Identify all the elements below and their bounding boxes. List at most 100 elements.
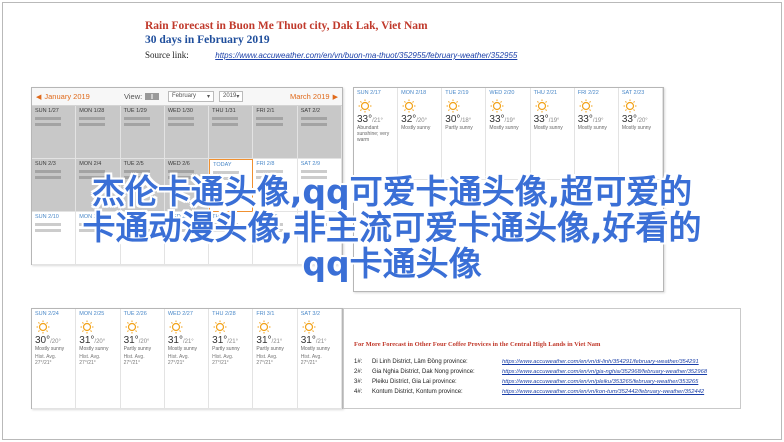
forecast-day-cell[interactable]: MON 2/25 31°/20° Mostly sunny Hist. Avg. 27… bbox=[76, 309, 121, 409]
high-temp: 33° bbox=[357, 114, 373, 125]
day-label: SUN 2/17 bbox=[357, 90, 381, 96]
temperature: 31°/21° bbox=[168, 335, 205, 346]
high-temp: 30° bbox=[35, 335, 51, 346]
historical-average: Hist. Avg. 27°/21° bbox=[167, 354, 189, 366]
forecast-header: Rain Forecast in Buon Me Thuot city, Dak… bbox=[145, 19, 517, 63]
more-forecast-row: 3#: Pleiku District, Gia Lai province: htt… bbox=[354, 377, 707, 387]
chevron-left-icon: ◀ bbox=[36, 93, 42, 101]
temperature: 31°/21° bbox=[301, 335, 338, 346]
placeholder-line bbox=[79, 123, 106, 126]
low-temp: /19° bbox=[504, 118, 516, 124]
calendar-day-cell[interactable]: SAT 2/2 bbox=[297, 106, 342, 159]
row-number: 4#: bbox=[354, 389, 363, 395]
low-temp: /21° bbox=[227, 339, 239, 345]
weather-description: Partly sunny bbox=[123, 346, 152, 352]
forecast-day-cell[interactable]: FRI 2/22 33°/19° Mostly sunny bbox=[574, 88, 619, 180]
historical-average: Hist. Avg. 27°/21° bbox=[35, 354, 57, 366]
day-label: FRI 2/22 bbox=[577, 90, 599, 96]
high-temp: 33° bbox=[533, 114, 549, 125]
placeholder-line bbox=[300, 117, 327, 120]
chevron-down-icon: ▾ bbox=[206, 94, 210, 100]
overlay-text-line-3: qq卡通头像 bbox=[302, 244, 482, 283]
temperature: 33°/19° bbox=[534, 114, 571, 125]
high-temp: 33° bbox=[489, 114, 505, 125]
forecast-day-cell[interactable]: THU 2/28 31°/21° Partly sunny Hist. Avg. 27… bbox=[209, 309, 254, 409]
forecast-link[interactable]: https://www.accuweather.com/en/vn/di-lin… bbox=[502, 359, 699, 365]
forecast-day-cell[interactable]: TUE 2/26 31°/20° Partly sunny Hist. Avg. 27… bbox=[120, 309, 165, 409]
placeholder-line bbox=[256, 123, 283, 126]
month-select[interactable]: February ▾ bbox=[168, 91, 214, 102]
forecast-day-cell[interactable]: WED 2/20 33°/19° Mostly sunny bbox=[486, 88, 531, 180]
row-number: 1#: bbox=[354, 359, 363, 365]
day-label: FRI 2/8 bbox=[256, 161, 275, 167]
historical-average: Hist. Avg. 27°/21° bbox=[79, 354, 101, 366]
placeholder-line bbox=[212, 117, 239, 120]
calendar-day-cell[interactable]: FRI 2/1 bbox=[253, 106, 298, 159]
day-label: SAT 3/2 bbox=[300, 311, 321, 317]
day-label: SUN 2/24 bbox=[35, 311, 59, 317]
prev-month-label: January 2019 bbox=[44, 92, 90, 101]
weather-description: Partly sunny bbox=[256, 346, 284, 352]
forecast-link[interactable]: https://www.accuweather.com/en/vn/gia-ng… bbox=[502, 369, 707, 375]
forecast-link[interactable]: https://www.accuweather.com/en/vn/pleiku… bbox=[502, 379, 698, 385]
forecast-day-cell[interactable]: THU 2/21 33°/19° Mostly sunny bbox=[530, 88, 575, 180]
forecast-day-cell[interactable]: SUN 2/24 30°/20° Mostly sunny Hist. Avg. 27… bbox=[32, 309, 77, 409]
forecast-day-cell[interactable]: SAT 3/2 31°/21° Mostly sunny Hist. Avg. 27°… bbox=[297, 309, 342, 409]
weather-description: Mostly sunny bbox=[621, 125, 652, 131]
forecast-link[interactable]: https://www.accuweather.com/en/vn/kon-tu… bbox=[502, 389, 704, 395]
calendar-day-cell[interactable]: THU 1/31 bbox=[209, 106, 254, 159]
sun-icon bbox=[623, 99, 637, 113]
sun-icon bbox=[446, 99, 460, 113]
weather-description: Mostly sunny bbox=[35, 346, 65, 352]
placeholder-line bbox=[35, 117, 62, 120]
forecast-day-cell[interactable]: SUN 2/17 33°/21° Abundant sunshine; very w… bbox=[354, 88, 399, 180]
historical-average: Hist. Avg. 27°/21° bbox=[123, 354, 145, 366]
sun-icon bbox=[36, 320, 50, 334]
low-temp: /21° bbox=[182, 339, 194, 345]
low-temp: /20° bbox=[416, 118, 428, 124]
low-temp: /20° bbox=[50, 339, 61, 345]
calendar-day-cell[interactable]: MON 1/28 bbox=[76, 106, 121, 159]
placeholder-line bbox=[212, 123, 239, 126]
low-temp: /18° bbox=[460, 118, 472, 124]
low-temp: /20° bbox=[138, 339, 150, 345]
source-link[interactable]: https://www.accuweather.com/en/vn/buon-m… bbox=[215, 51, 517, 60]
placeholder-line bbox=[256, 117, 283, 120]
high-temp: 30° bbox=[445, 114, 461, 125]
forecast-day-cell[interactable]: FRI 3/1 31°/21° Partly sunny Hist. Avg. 27°… bbox=[253, 309, 298, 409]
weather-description: Mostly sunny bbox=[401, 125, 431, 131]
source-line: Source link: https://www.accuweather.com… bbox=[145, 48, 517, 63]
calendar-day-cell[interactable]: SUN 1/27 bbox=[32, 106, 77, 159]
day-label: TODAY bbox=[213, 162, 232, 168]
view-toggle[interactable]: View: bbox=[124, 92, 168, 101]
temperature: 31°/21° bbox=[212, 335, 249, 346]
next-month-link[interactable]: March 2019 ▶ bbox=[290, 92, 338, 101]
weather-description: Mostly sunny bbox=[79, 346, 109, 352]
prev-month-link[interactable]: ◀ January 2019 bbox=[36, 92, 124, 101]
calendar-day-cell[interactable]: TUE 1/29 bbox=[120, 106, 165, 159]
forecast-day-cell[interactable]: WED 2/27 31°/21° Mostly sunny Hist. Avg. 27… bbox=[164, 309, 210, 409]
more-forecast-row: 1#: Di Linh District, Lâm Đồng province: h… bbox=[354, 357, 707, 367]
chevron-right-icon: ▶ bbox=[332, 93, 338, 101]
placeholder-line bbox=[123, 117, 150, 120]
day-label: SAT 2/23 bbox=[621, 90, 645, 96]
year-select[interactable]: 2019 ▾ bbox=[219, 91, 243, 102]
temperature: 31°/20° bbox=[124, 335, 161, 346]
more-forecast-list: 1#: Di Linh District, Lâm Đồng province: h… bbox=[354, 357, 707, 397]
sun-icon bbox=[80, 320, 94, 334]
weather-description: Mostly sunny bbox=[577, 125, 607, 131]
forecast-day-cell[interactable]: SAT 2/23 33°/20° Mostly sunny bbox=[618, 88, 663, 180]
day-label: TUE 2/19 bbox=[445, 90, 469, 96]
weather-description: Abundant sunshine; very warm bbox=[357, 125, 390, 143]
day-label: TUE 2/5 bbox=[123, 161, 144, 167]
forecast-day-cell[interactable]: MON 2/18 32°/20° Mostly sunny bbox=[398, 88, 443, 180]
calendar-day-cell[interactable]: WED 1/30 bbox=[164, 106, 210, 159]
forecast-day-cell[interactable]: TUE 2/19 30°/18° Partly sunny bbox=[442, 88, 487, 180]
high-temp: 31° bbox=[300, 335, 316, 346]
low-temp: /21° bbox=[271, 339, 283, 345]
low-temp: /19° bbox=[548, 118, 560, 124]
grid-view-icon[interactable] bbox=[145, 93, 160, 100]
weather-description: Partly sunny bbox=[212, 346, 240, 352]
location-label: Kontum District, Kontum province: bbox=[372, 389, 463, 395]
more-forecast-row: 4#: Kontum District, Kontum province: http… bbox=[354, 387, 707, 397]
